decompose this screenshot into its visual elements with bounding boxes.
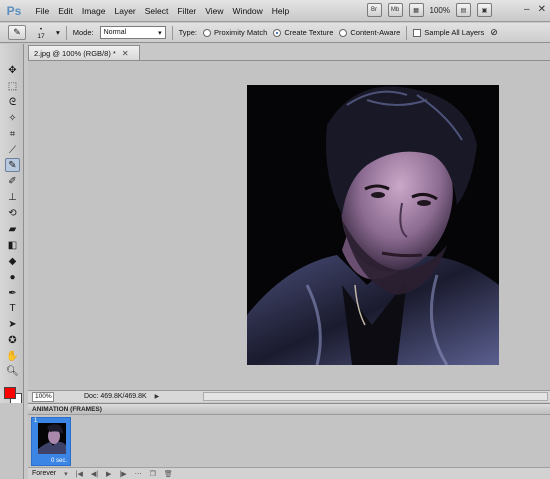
- document-size-info: Doc: 469.8K/469.8K: [84, 393, 147, 400]
- play-icon[interactable]: ▶: [106, 470, 111, 478]
- brush-size-value: 17: [37, 32, 45, 40]
- zoom-icon[interactable]: 🔍︎: [5, 364, 20, 378]
- hand-icon[interactable]: ✋: [5, 349, 20, 363]
- type-label: Type:: [178, 28, 197, 37]
- mode-label: Mode:: [72, 28, 94, 37]
- chevron-down-icon: ▾: [158, 29, 162, 37]
- type-content-aware-radio[interactable]: Content-Aware: [339, 28, 400, 37]
- app-bar-controls: Br Mb ▦ 100% ▤ ▣: [366, 3, 492, 17]
- portrait-image[interactable]: [247, 85, 499, 365]
- panel-dock-stub: [0, 403, 24, 479]
- options-bar: ✎ • 17 ▾ Mode: Normal ▾ Type: Proximity …: [0, 23, 550, 43]
- menu-edit[interactable]: Edit: [54, 0, 78, 22]
- quick-select-icon[interactable]: ✧: [5, 111, 20, 125]
- menu-bar: Ps File Edit Image Layer Select Filter V…: [0, 0, 550, 22]
- animation-controls: Forever ▾ |◀ ◀| ▶ |▶ ⋯ ❐ 🗑︎: [28, 467, 550, 479]
- screen-mode-icon[interactable]: ▣: [477, 3, 492, 17]
- launch-minibridge-button[interactable]: Mb: [387, 3, 403, 17]
- type-proximity-radio[interactable]: Proximity Match: [202, 28, 267, 37]
- radio-selected-icon: [273, 28, 282, 37]
- eyedropper-icon[interactable]: ⟋: [5, 143, 20, 157]
- marquee-icon[interactable]: ⬚: [5, 79, 20, 93]
- close-icon[interactable]: ✕: [122, 49, 129, 58]
- menu-help[interactable]: Help: [267, 0, 293, 22]
- move-icon[interactable]: ✥: [5, 63, 20, 77]
- menu-image[interactable]: Image: [77, 0, 110, 22]
- loop-select[interactable]: Forever: [32, 470, 56, 477]
- menu-view[interactable]: View: [201, 0, 228, 22]
- sample-all-layers-checkbox[interactable]: Sample All Layers: [413, 28, 484, 37]
- blur-icon[interactable]: ◆: [5, 254, 20, 268]
- status-menu-arrow-icon[interactable]: ▶: [155, 393, 160, 400]
- divider: [65, 25, 67, 40]
- document-title: 2.jpg @ 100% (RGB/8) *: [34, 48, 116, 58]
- close-icon[interactable]: ✕: [538, 4, 546, 15]
- minimize-icon[interactable]: –: [524, 4, 530, 15]
- view-extras-icon[interactable]: ▦: [408, 3, 424, 17]
- type-icon[interactable]: T: [5, 301, 20, 315]
- eraser-icon[interactable]: ▰: [5, 222, 20, 236]
- document-tab[interactable]: 2.jpg @ 100% (RGB/8) * ✕: [28, 45, 140, 60]
- history-brush-icon[interactable]: ⟲: [5, 206, 20, 220]
- dodge-icon[interactable]: ●: [5, 270, 20, 284]
- tween-icon[interactable]: ⋯: [135, 470, 142, 478]
- frame-thumbnail: [38, 423, 66, 454]
- zoom-level-menu[interactable]: 100%: [430, 6, 450, 15]
- checkbox-icon: [413, 28, 422, 37]
- shape-icon[interactable]: ✪: [5, 333, 20, 347]
- launch-bridge-button[interactable]: Br: [366, 3, 382, 17]
- horizontal-scrollbar[interactable]: [203, 392, 548, 401]
- divider: [171, 25, 173, 40]
- radio-icon: [339, 28, 348, 37]
- foreground-color-swatch[interactable]: [4, 387, 16, 399]
- healing-brush-preset-icon[interactable]: ✎: [8, 25, 26, 40]
- animation-panel-title[interactable]: ANIMATION (FRAMES): [28, 404, 550, 415]
- brush-picker-arrow-icon[interactable]: ▾: [56, 28, 60, 37]
- divider: [406, 25, 408, 40]
- spot-healing-icon[interactable]: ✎: [5, 158, 20, 172]
- menu-window[interactable]: Window: [228, 0, 267, 22]
- chevron-down-icon[interactable]: ▾: [64, 470, 68, 478]
- menu-file[interactable]: File: [31, 0, 54, 22]
- brush-icon[interactable]: ✐: [5, 174, 20, 188]
- zoom-input[interactable]: 100%: [32, 391, 54, 402]
- menu-layer[interactable]: Layer: [110, 0, 140, 22]
- new-frame-icon[interactable]: ❐: [150, 470, 156, 478]
- photoshop-logo: Ps: [6, 3, 22, 18]
- portrait-photo-illustration: [247, 85, 499, 365]
- delete-frame-icon[interactable]: 🗑︎: [164, 470, 173, 478]
- lasso-icon[interactable]: ᘓ: [5, 95, 20, 109]
- crop-icon[interactable]: ⌗: [5, 127, 20, 141]
- radio-icon: [202, 28, 211, 37]
- frame-delay-select[interactable]: 0 sec.: [32, 458, 70, 464]
- window-controls: – ✕: [524, 4, 546, 15]
- brush-picker[interactable]: • 17: [32, 26, 50, 40]
- type-create-texture-radio[interactable]: Create Texture: [273, 28, 333, 37]
- pressure-size-icon[interactable]: ⊘: [490, 27, 498, 38]
- frame-number: 1: [34, 418, 38, 424]
- animation-frame[interactable]: 1 0 sec.: [31, 417, 71, 466]
- mode-value: Normal: [103, 29, 127, 36]
- gradient-icon[interactable]: ◧: [5, 238, 20, 252]
- path-select-icon[interactable]: ➤: [5, 317, 20, 331]
- previous-frame-icon[interactable]: ◀|: [91, 470, 98, 478]
- first-frame-icon[interactable]: |◀: [76, 470, 83, 478]
- arrange-documents-icon[interactable]: ▤: [456, 3, 471, 17]
- menu-filter[interactable]: Filter: [173, 0, 201, 22]
- frame-thumbnail-image: [38, 423, 66, 454]
- mode-select[interactable]: Normal ▾: [99, 26, 166, 39]
- pen-icon[interactable]: ✒: [5, 286, 20, 300]
- next-frame-icon[interactable]: |▶: [119, 470, 126, 478]
- menu-select[interactable]: Select: [140, 0, 173, 22]
- animation-panel: ANIMATION (FRAMES) 1 0 sec. Forever ▾ |◀…: [28, 403, 550, 479]
- status-bar: 100% Doc: 469.8K/469.8K ▶: [28, 390, 550, 402]
- tools-panel: ✥ ⬚ ᘓ ✧ ⌗ ⟋ ✎ ✐ ⊥ ⟲ ▰ ◧ ◆ ● ✒ T ➤ ✪ ✋ 🔍︎: [0, 44, 24, 439]
- clone-stamp-icon[interactable]: ⊥: [5, 190, 20, 204]
